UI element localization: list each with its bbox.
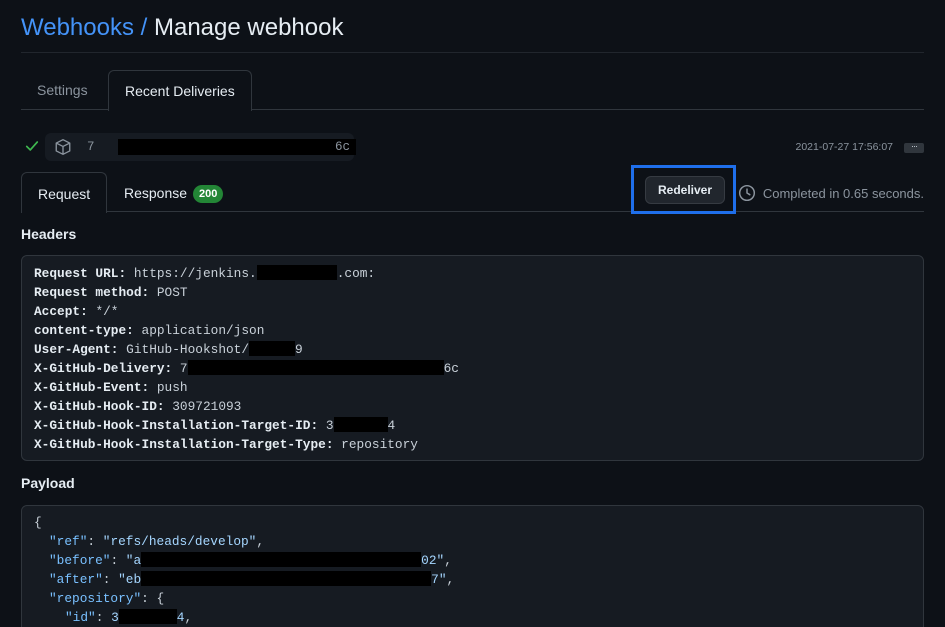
more-options-button[interactable]: ··· — [904, 142, 924, 153]
redaction-bar — [333, 417, 388, 432]
package-icon — [55, 139, 71, 155]
delivery-guid-chip[interactable]: 7 6c — [45, 133, 356, 161]
headers-heading: Headers — [21, 226, 77, 242]
check-icon — [25, 141, 39, 151]
payload-line: { — [34, 515, 42, 530]
clock-icon — [738, 184, 756, 202]
payload-line: "id": 3 4, — [65, 609, 193, 625]
delivery-guid-start: 7 — [87, 140, 95, 154]
redaction-bar — [256, 265, 337, 280]
status-badge: 200 — [193, 185, 224, 203]
delivery-guid-end: 6c — [335, 140, 351, 154]
tab-response[interactable]: Response 200 — [108, 172, 239, 212]
header-line: Request method: POST — [34, 285, 188, 300]
tab-settings[interactable]: Settings — [21, 70, 104, 110]
header-line: User-Agent: GitHub-Hookshot/9 — [34, 341, 303, 357]
payload-line: "ref": "refs/heads/develop", — [49, 534, 265, 549]
redaction-bar — [141, 571, 432, 586]
redeliver-button[interactable]: Redeliver — [645, 176, 725, 204]
redaction-bar — [141, 552, 422, 567]
completed-status: Completed in 0.65 seconds. — [762, 186, 924, 201]
header-line: content-type: application/json — [34, 323, 265, 338]
redaction-bar — [249, 341, 296, 356]
payload-code-block: { "ref": "refs/heads/develop", "before":… — [21, 505, 924, 627]
headers-code-block: Request URL: https://jenkins. .com: Reque… — [21, 255, 924, 461]
payload-line: "repository": { — [49, 591, 165, 606]
tab-recent-deliveries[interactable]: Recent Deliveries — [108, 70, 252, 111]
redaction-bar — [118, 609, 177, 624]
webhook-tabs: Settings Recent Deliveries — [21, 70, 924, 111]
breadcrumb-webhooks-link[interactable]: Webhooks — [21, 14, 134, 41]
title-divider — [21, 52, 924, 53]
header-line: X-GitHub-Hook-Installation-Target-ID: 34 — [34, 417, 396, 433]
payload-heading: Payload — [21, 475, 75, 491]
header-line: X-GitHub-Event: push — [34, 380, 188, 395]
redaction-bar — [187, 360, 444, 375]
tab-request[interactable]: Request — [21, 172, 108, 213]
breadcrumb-current: Manage webhook — [153, 14, 344, 41]
payload-line: "after": "eb 7", — [49, 571, 455, 587]
delivery-row[interactable]: 7 6c 2021-07-27 17:56:07 ··· — [21, 133, 924, 161]
header-line: X-GitHub-Hook-ID: 309721093 — [34, 399, 242, 414]
header-line: X-GitHub-Delivery: 7 6c — [34, 360, 459, 376]
header-line: Accept: */* — [34, 304, 119, 319]
delivery-timestamp: 2021-07-27 17:56:07 — [795, 141, 894, 153]
header-line: X-GitHub-Hook-Installation-Target-Type: … — [34, 437, 418, 452]
payload-line: "before": "a 02", — [49, 552, 452, 568]
page-title: Webhooks / Manage webhook — [21, 12, 343, 44]
redaction-bar — [118, 139, 356, 155]
header-line: Request URL: https://jenkins. .com: — [34, 265, 376, 281]
breadcrumb-separator: / — [133, 14, 154, 41]
tab-response-label: Response — [124, 185, 188, 201]
